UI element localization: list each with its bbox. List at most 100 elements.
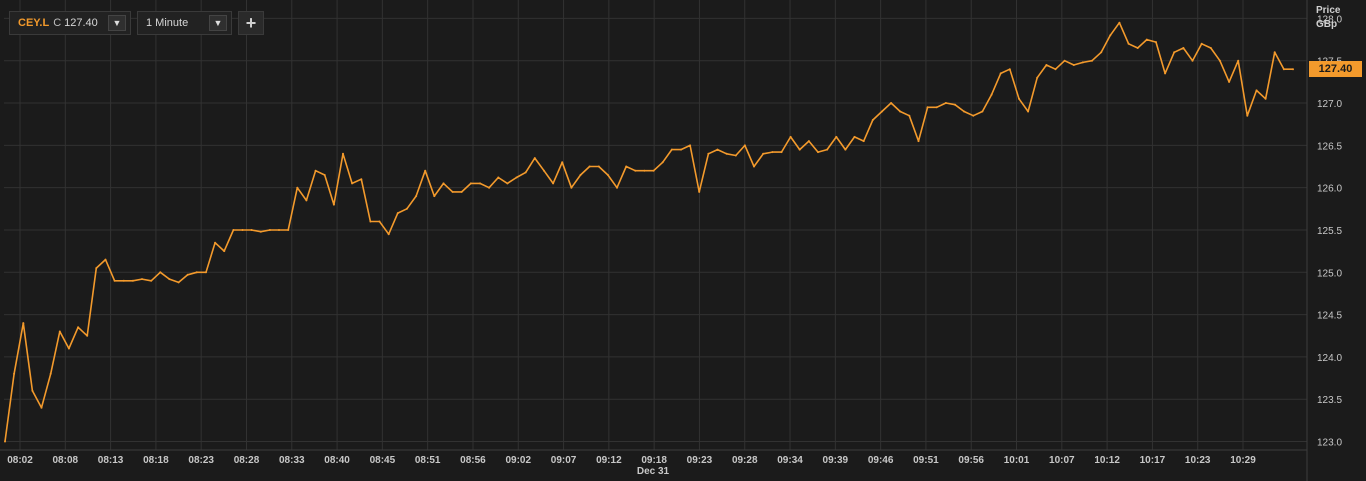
y-tick-label: 125.5 (1317, 226, 1342, 237)
close-prefix: C (53, 17, 62, 29)
price-point (195, 271, 198, 274)
price-point (762, 152, 765, 155)
price-point (1209, 47, 1212, 49)
price-point (880, 110, 883, 113)
price-point (469, 182, 472, 185)
price-point (634, 169, 637, 172)
date-label: Dec 31 (637, 466, 670, 477)
price-point (1164, 72, 1167, 75)
price-point (1145, 38, 1148, 41)
price-point (159, 271, 162, 274)
x-tick-label: 10:29 (1230, 455, 1256, 466)
y-tick-label: 126.5 (1317, 141, 1342, 152)
price-point (1118, 21, 1121, 24)
price-point (424, 169, 427, 172)
price-point (1136, 47, 1139, 49)
price-point (360, 178, 363, 181)
price-series-line (4, 21, 1293, 442)
price-point (899, 110, 902, 113)
price-point (689, 144, 692, 147)
price-point (743, 144, 746, 147)
price-point (205, 271, 207, 274)
interval-selector[interactable]: 1 Minute ▼ (137, 11, 232, 35)
price-point (86, 334, 89, 337)
price-point (479, 182, 481, 185)
price-point (1237, 59, 1240, 62)
price-point (871, 119, 874, 121)
price-point (625, 165, 628, 168)
price-point (643, 169, 646, 172)
interval-label: 1 Minute (146, 17, 189, 29)
price-point (1191, 59, 1194, 62)
price-point (652, 169, 655, 172)
price-point (543, 169, 545, 172)
y-tick-label: 127.0 (1317, 99, 1342, 110)
horizontal-gridlines (4, 17, 1307, 443)
price-point (77, 326, 80, 329)
x-axis-tick-labels: 08:02 08:08 08:13 08:18 08:23 08:28 08:33 08:40… (7, 455, 1256, 466)
price-point (981, 110, 984, 113)
price-point (670, 148, 673, 151)
last-price-badge: 127.40 (1309, 61, 1362, 78)
price-point (488, 186, 491, 189)
y-tick-label: 124.5 (1317, 311, 1342, 322)
price-point (223, 250, 226, 253)
price-point (168, 278, 171, 281)
price-point (296, 186, 299, 189)
price-point (22, 322, 25, 325)
x-tick-label: 08:08 (53, 455, 79, 466)
price-point (95, 267, 98, 270)
price-point (954, 103, 956, 106)
price-point (1081, 61, 1084, 64)
price-point (268, 229, 271, 231)
price-point (890, 102, 893, 104)
price-point (1045, 64, 1048, 66)
price-point (826, 148, 829, 151)
price-point (342, 152, 344, 155)
symbol-selector[interactable]: CEY.L C 127.40 ▼ (9, 11, 131, 35)
price-point (150, 279, 153, 282)
price-point (58, 330, 61, 333)
price-point (725, 152, 728, 155)
x-tick-label: 08:13 (98, 455, 124, 466)
x-tick-label: 10:07 (1049, 455, 1075, 466)
chevron-down-icon[interactable]: ▼ (108, 15, 126, 31)
price-point (972, 114, 975, 117)
price-point (1063, 59, 1066, 62)
x-tick-label: 08:40 (324, 455, 350, 466)
symbol-label: CEY.L (18, 17, 50, 29)
price-point (1155, 41, 1157, 44)
price-point (1264, 97, 1267, 100)
price-point (552, 182, 555, 185)
price-point (1100, 51, 1103, 54)
price-point (1182, 47, 1185, 49)
price-point (798, 148, 801, 151)
vertical-gridlines (19, 0, 1244, 450)
price-point (323, 174, 326, 176)
chevron-down-icon[interactable]: ▼ (209, 15, 227, 31)
price-point (314, 169, 317, 172)
price-point (588, 165, 591, 168)
price-point (378, 220, 381, 223)
price-point (524, 171, 527, 174)
chart-area[interactable]: 123.0 123.5 124.0 124.5 125.0 125.5 126.0 126.5… (0, 0, 1366, 481)
price-chart[interactable]: 123.0 123.5 124.0 124.5 125.0 125.5 126.0 126.5… (0, 0, 1366, 481)
price-point (579, 174, 582, 176)
price-point (1072, 64, 1075, 66)
x-tick-label: 08:28 (234, 455, 260, 466)
x-tick-label: 09:28 (732, 455, 758, 466)
x-tick-label: 10:23 (1185, 455, 1211, 466)
price-point (680, 148, 682, 151)
price-point (405, 207, 408, 210)
price-point (1008, 68, 1011, 71)
price-point (351, 182, 354, 185)
x-tick-label: 09:34 (777, 455, 803, 466)
price-point (990, 93, 993, 96)
x-tick-label: 08:23 (188, 455, 214, 466)
chart-toolbar: CEY.L C 127.40 ▼ 1 Minute ▼ + (9, 11, 264, 37)
price-point (104, 258, 107, 261)
add-indicator-button[interactable]: + (238, 11, 264, 35)
price-point (131, 279, 134, 282)
x-tick-label: 08:51 (415, 455, 441, 466)
price-series-points (4, 21, 1294, 443)
